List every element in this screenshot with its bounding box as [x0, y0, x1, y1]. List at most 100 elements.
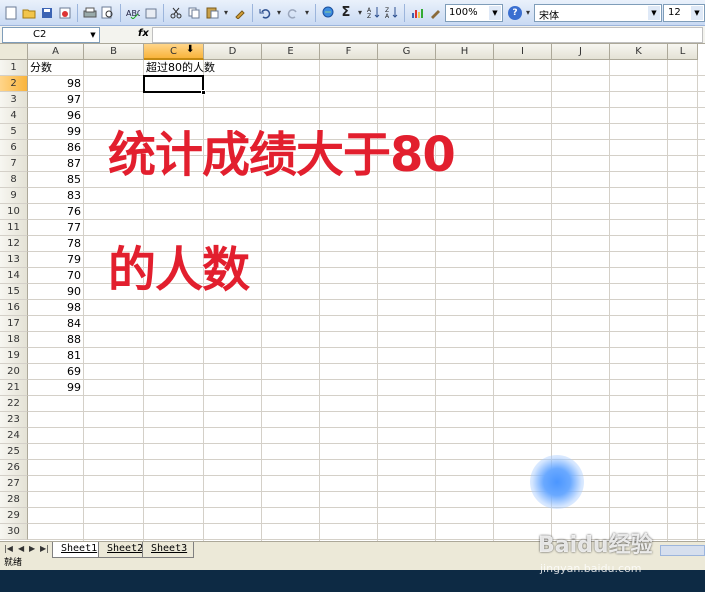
row-header-4[interactable]: 4	[0, 108, 28, 124]
cell-a12[interactable]: 78	[28, 236, 84, 251]
column-header-l[interactable]: L	[668, 44, 698, 60]
cell-a13[interactable]: 79	[28, 252, 84, 267]
column-header-b[interactable]: B	[84, 44, 144, 60]
row-header-24[interactable]: 24	[0, 428, 28, 444]
autosum-dropdown-icon[interactable]: ▾	[356, 8, 364, 17]
row-header-20[interactable]: 20	[0, 364, 28, 380]
function-icon[interactable]: fx	[138, 28, 149, 39]
cell-a9[interactable]: 83	[28, 188, 84, 203]
font-size-select[interactable]: 12 ▼	[663, 4, 705, 22]
row-header-27[interactable]: 27	[0, 476, 28, 492]
chevron-down-icon[interactable]: ▼	[88, 28, 98, 42]
cell-a11[interactable]: 77	[28, 220, 84, 235]
chevron-down-icon[interactable]: ▼	[648, 6, 660, 20]
help-icon[interactable]: ?	[508, 5, 522, 20]
row-header-16[interactable]: 16	[0, 300, 28, 316]
horizontal-scrollbar[interactable]	[660, 545, 705, 556]
row-header-22[interactable]: 22	[0, 396, 28, 412]
row-header-14[interactable]: 14	[0, 268, 28, 284]
hyperlink-icon[interactable]	[320, 4, 336, 22]
paste-dropdown-icon[interactable]: ▾	[222, 8, 230, 17]
font-name-select[interactable]: 宋体 ▼	[534, 4, 662, 22]
drawing-icon[interactable]	[427, 4, 443, 22]
column-header-k[interactable]: K	[610, 44, 668, 60]
cell-a16[interactable]: 98	[28, 300, 84, 315]
column-header-e[interactable]: E	[262, 44, 320, 60]
sort-ascending-icon[interactable]: AZ	[366, 4, 382, 22]
copy-icon[interactable]	[186, 4, 202, 22]
cell-a19[interactable]: 81	[28, 348, 84, 363]
row-header-2[interactable]: 2	[0, 76, 28, 92]
cell-a3[interactable]: 97	[28, 92, 84, 107]
select-all-corner[interactable]	[0, 44, 28, 60]
row-header-8[interactable]: 8	[0, 172, 28, 188]
toolbar-options-icon[interactable]: ▾	[524, 8, 532, 17]
row-header-28[interactable]: 28	[0, 492, 28, 508]
row-header-1[interactable]: 1	[0, 60, 28, 76]
undo-icon[interactable]	[257, 4, 273, 22]
cell-a4[interactable]: 96	[28, 108, 84, 123]
column-header-a[interactable]: A	[28, 44, 84, 60]
cell-a21[interactable]: 99	[28, 380, 84, 395]
formula-input[interactable]	[152, 27, 703, 43]
row-header-18[interactable]: 18	[0, 332, 28, 348]
research-icon[interactable]	[143, 4, 159, 22]
cell-c1[interactable]: 超过80的人数	[146, 60, 215, 75]
row-header-29[interactable]: 29	[0, 508, 28, 524]
row-header-21[interactable]: 21	[0, 380, 28, 396]
row-header-17[interactable]: 17	[0, 316, 28, 332]
chevron-down-icon[interactable]: ▼	[489, 5, 501, 20]
column-header-g[interactable]: G	[378, 44, 436, 60]
column-header-c[interactable]: C	[144, 44, 204, 60]
row-header-23[interactable]: 23	[0, 412, 28, 428]
print-preview-icon[interactable]	[100, 4, 116, 22]
column-header-j[interactable]: J	[552, 44, 610, 60]
spelling-icon[interactable]: ABC	[125, 4, 141, 22]
cell-a15[interactable]: 90	[28, 284, 84, 299]
row-header-26[interactable]: 26	[0, 460, 28, 476]
zoom-select[interactable]: 100% ▼	[445, 3, 503, 22]
column-header-i[interactable]: I	[494, 44, 552, 60]
cell-a1[interactable]: 分数	[30, 60, 52, 75]
row-header-9[interactable]: 9	[0, 188, 28, 204]
cell-a7[interactable]: 87	[28, 156, 84, 171]
cell-a18[interactable]: 88	[28, 332, 84, 347]
row-header-30[interactable]: 30	[0, 524, 28, 540]
cell-a17[interactable]: 84	[28, 316, 84, 331]
redo-dropdown-icon[interactable]: ▾	[303, 8, 311, 17]
print-icon[interactable]	[82, 4, 98, 22]
fill-handle[interactable]	[201, 90, 206, 95]
format-painter-icon[interactable]	[232, 4, 248, 22]
row-header-15[interactable]: 15	[0, 284, 28, 300]
cell-a8[interactable]: 85	[28, 172, 84, 187]
column-header-d[interactable]: D	[204, 44, 262, 60]
sort-descending-icon[interactable]: ZA	[384, 4, 400, 22]
row-header-11[interactable]: 11	[0, 220, 28, 236]
cell-a20[interactable]: 69	[28, 364, 84, 379]
cell-a10[interactable]: 76	[28, 204, 84, 219]
undo-dropdown-icon[interactable]: ▾	[275, 8, 283, 17]
open-folder-icon[interactable]	[21, 4, 37, 22]
permission-icon[interactable]	[57, 4, 73, 22]
paste-icon[interactable]	[204, 4, 220, 22]
autosum-icon[interactable]: Σ	[338, 4, 354, 22]
row-header-3[interactable]: 3	[0, 92, 28, 108]
row-header-13[interactable]: 13	[0, 252, 28, 268]
prev-sheet-icon[interactable]: ◀	[18, 544, 24, 553]
last-sheet-icon[interactable]: ▶|	[40, 544, 49, 553]
cell-a2[interactable]: 98	[28, 76, 84, 91]
row-header-7[interactable]: 7	[0, 156, 28, 172]
next-sheet-icon[interactable]: ▶	[29, 544, 35, 553]
chevron-down-icon[interactable]: ▼	[691, 6, 703, 20]
redo-icon[interactable]	[285, 4, 301, 22]
save-icon[interactable]	[39, 4, 55, 22]
cell-a6[interactable]: 86	[28, 140, 84, 155]
cell-a14[interactable]: 70	[28, 268, 84, 283]
sheet-tab-1[interactable]: Sheet1	[52, 542, 105, 558]
row-header-5[interactable]: 5	[0, 124, 28, 140]
cell-a5[interactable]: 99	[28, 124, 84, 139]
name-box[interactable]: C2 ▼	[2, 27, 100, 43]
row-header-6[interactable]: 6	[0, 140, 28, 156]
row-header-10[interactable]: 10	[0, 204, 28, 220]
row-header-12[interactable]: 12	[0, 236, 28, 252]
